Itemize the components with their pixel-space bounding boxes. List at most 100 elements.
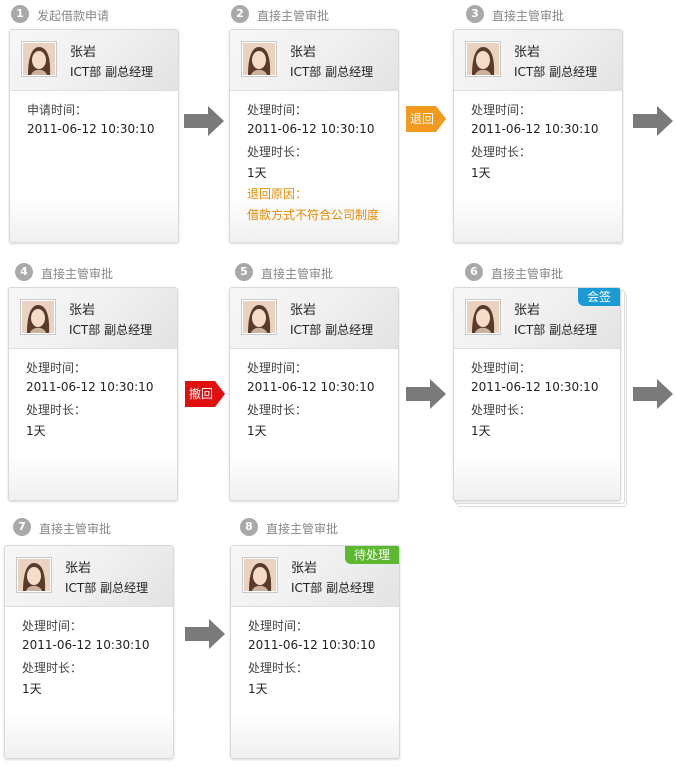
user-role: ICT部 副总经理 bbox=[290, 323, 374, 337]
user-name: 张岩 bbox=[514, 45, 541, 60]
duration-value: 1天 bbox=[22, 682, 42, 696]
process-time-value: 2011-06-12 10:30:10 bbox=[247, 122, 375, 136]
arrow-right-icon bbox=[633, 106, 673, 136]
process-time-label: 处理时间： bbox=[247, 103, 308, 117]
process-time-label: 处理时间： bbox=[471, 361, 532, 375]
duration-value: 1天 bbox=[471, 166, 491, 180]
duration-label: 处理时长： bbox=[471, 145, 532, 159]
step-number: 5 bbox=[235, 263, 253, 281]
process-time-value: 2011-06-12 10:30:10 bbox=[247, 380, 375, 394]
user-avatar bbox=[465, 41, 501, 77]
step-title: 直接主管审批 bbox=[257, 9, 330, 23]
card-header: 张岩 ICT部 副总经理 bbox=[230, 30, 398, 91]
step-number: 1 bbox=[11, 5, 29, 23]
user-name: 张岩 bbox=[290, 45, 317, 60]
user-avatar bbox=[465, 299, 501, 335]
step-title: 直接主管审批 bbox=[39, 522, 112, 536]
card-header: 张岩 ICT部 副总经理 bbox=[9, 288, 177, 349]
user-role: ICT部 副总经理 bbox=[65, 581, 149, 595]
step-title: 直接主管审批 bbox=[41, 267, 114, 281]
card-body: 处理时间： 2011-06-12 10:30:10 处理时长： 1天 bbox=[9, 349, 177, 500]
card-header: 张岩 ICT部 副总经理 bbox=[454, 30, 622, 91]
user-avatar bbox=[241, 41, 277, 77]
duration-value: 1天 bbox=[247, 166, 267, 180]
step-title: 直接主管审批 bbox=[492, 9, 565, 23]
process-time-label: 处理时间： bbox=[471, 103, 532, 117]
step-title: 直接主管审批 bbox=[491, 267, 564, 281]
process-time-label: 处理时间： bbox=[248, 619, 309, 633]
card-header: 张岩 ICT部 副总经理 bbox=[230, 288, 398, 349]
approver-card[interactable]: 张岩 ICT部 副总经理 申请时间： 2011-06-12 10:30:10 bbox=[9, 29, 179, 243]
arrow-right-icon bbox=[406, 379, 446, 409]
user-avatar bbox=[21, 41, 57, 77]
user-role: ICT部 副总经理 bbox=[70, 65, 154, 79]
user-role: ICT部 副总经理 bbox=[514, 323, 598, 337]
countersign-badge: 会签 bbox=[577, 288, 620, 306]
pending-badge: 待处理 bbox=[344, 546, 399, 564]
process-time-value: 2011-06-12 10:30:10 bbox=[471, 380, 599, 394]
card-body: 处理时间： 2011-06-12 10:30:10 处理时长： 1天 bbox=[230, 349, 398, 500]
approver-card[interactable]: 张岩 ICT部 副总经理 处理时间： 2011-06-12 10:30:10 处… bbox=[453, 29, 623, 243]
user-avatar bbox=[16, 557, 52, 593]
process-time-label: 处理时间： bbox=[247, 361, 308, 375]
return-reason-label: 退回原因： bbox=[247, 187, 308, 201]
card-header: 张岩 ICT部 副总经理 bbox=[5, 546, 173, 607]
user-name: 张岩 bbox=[69, 303, 96, 318]
user-role: ICT部 副总经理 bbox=[514, 65, 598, 79]
arrow-right-icon bbox=[633, 379, 673, 409]
duration-label: 处理时长： bbox=[247, 403, 308, 417]
process-time-value: 2011-06-12 10:30:10 bbox=[22, 638, 150, 652]
approver-card[interactable]: 张岩 ICT部 副总经理 待处理 处理时间： 2011-06-12 10:30:… bbox=[230, 545, 400, 759]
approver-card[interactable]: 张岩 ICT部 副总经理 处理时间： 2011-06-12 10:30:10 处… bbox=[4, 545, 174, 759]
step-number: 4 bbox=[15, 263, 33, 281]
step-title: 直接主管审批 bbox=[261, 267, 334, 281]
process-time-value: 2011-06-12 10:30:10 bbox=[26, 380, 154, 394]
user-role: ICT部 副总经理 bbox=[290, 65, 374, 79]
user-avatar bbox=[242, 557, 278, 593]
step-number: 7 bbox=[13, 518, 31, 536]
approver-card[interactable]: 张岩 ICT部 副总经理 会签 处理时间： 2011-06-12 10:30:1… bbox=[453, 287, 621, 501]
approver-card[interactable]: 张岩 ICT部 副总经理 处理时间： 2011-06-12 10:30:10 处… bbox=[229, 287, 399, 501]
duration-value: 1天 bbox=[247, 424, 267, 438]
card-body: 处理时间： 2011-06-12 10:30:10 处理时长： 1天 退回原因：… bbox=[230, 91, 398, 242]
duration-value: 1天 bbox=[471, 424, 491, 438]
duration-value: 1天 bbox=[248, 682, 268, 696]
card-body: 处理时间： 2011-06-12 10:30:10 处理时长： 1天 bbox=[454, 91, 622, 242]
user-avatar bbox=[241, 299, 277, 335]
user-name: 张岩 bbox=[514, 303, 541, 318]
return-label: 退回 bbox=[410, 112, 435, 126]
card-body: 处理时间： 2011-06-12 10:30:10 处理时长： 1天 bbox=[5, 607, 173, 758]
return-arrow: 退回 bbox=[406, 106, 446, 132]
process-time-label: 处理时间： bbox=[26, 361, 87, 375]
user-role: ICT部 副总经理 bbox=[291, 581, 375, 595]
duration-label: 处理时长： bbox=[471, 403, 532, 417]
user-avatar bbox=[20, 299, 56, 335]
step-number: 6 bbox=[465, 263, 483, 281]
step-number: 3 bbox=[466, 5, 484, 23]
user-name: 张岩 bbox=[291, 561, 318, 576]
apply-time-label: 申请时间： bbox=[27, 103, 88, 117]
card-body: 处理时间： 2011-06-12 10:30:10 处理时长： 1天 bbox=[231, 607, 399, 758]
arrow-right-icon bbox=[185, 619, 225, 649]
withdraw-label: 撤回 bbox=[189, 387, 214, 401]
return-reason-value: 借款方式不符合公司制度 bbox=[247, 208, 380, 222]
duration-label: 处理时长： bbox=[22, 661, 83, 675]
process-time-value: 2011-06-12 10:30:10 bbox=[248, 638, 376, 652]
approver-card[interactable]: 张岩 ICT部 副总经理 处理时间： 2011-06-12 10:30:10 处… bbox=[229, 29, 399, 243]
duration-value: 1天 bbox=[26, 424, 46, 438]
arrow-right-icon bbox=[184, 106, 224, 136]
user-name: 张岩 bbox=[65, 561, 92, 576]
card-body: 申请时间： 2011-06-12 10:30:10 bbox=[10, 91, 178, 242]
duration-label: 处理时长： bbox=[248, 661, 309, 675]
user-name: 张岩 bbox=[290, 303, 317, 318]
card-body: 处理时间： 2011-06-12 10:30:10 处理时长： 1天 bbox=[454, 349, 620, 500]
duration-label: 处理时长： bbox=[26, 403, 87, 417]
process-time-value: 2011-06-12 10:30:10 bbox=[471, 122, 599, 136]
duration-label: 处理时长： bbox=[247, 145, 308, 159]
approver-card[interactable]: 张岩 ICT部 副总经理 处理时间： 2011-06-12 10:30:10 处… bbox=[8, 287, 178, 501]
step-number: 2 bbox=[231, 5, 249, 23]
step-title: 发起借款申请 bbox=[37, 9, 110, 23]
withdraw-arrow: 撤回 bbox=[185, 381, 225, 407]
process-time-label: 处理时间： bbox=[22, 619, 83, 633]
card-header: 张岩 ICT部 副总经理 bbox=[10, 30, 178, 91]
